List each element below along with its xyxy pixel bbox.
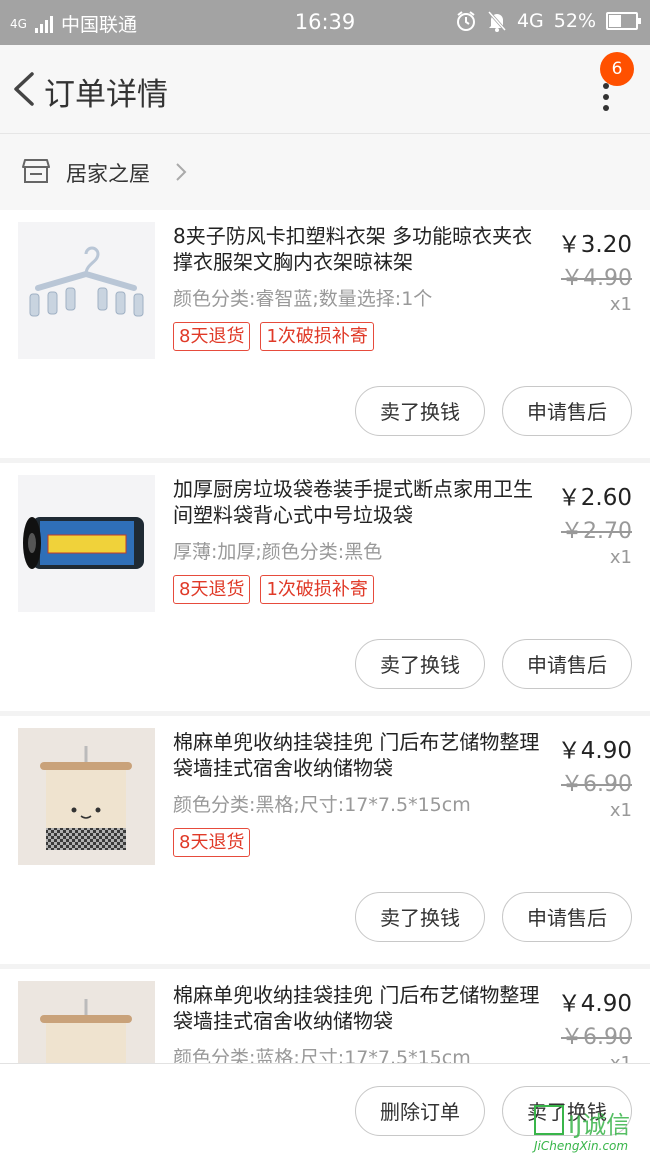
watermark-text: IJ诚信: [568, 1111, 631, 1139]
product-title[interactable]: 棉麻单兜收纳挂袋挂兜 门后布艺储物整理袋墙挂式宿舍收纳储物袋: [173, 729, 549, 781]
product-title[interactable]: 8夹子防风卡扣塑料衣架 多功能晾衣夹衣撑衣服架文胸内衣架晾袜架: [173, 223, 549, 275]
back-arrow-icon[interactable]: [10, 71, 40, 107]
tag-damage-resend: 1次破损补寄: [260, 322, 374, 351]
quantity: x1: [609, 547, 632, 568]
original-price: ￥6.90: [561, 772, 632, 797]
watermark: IJ诚信 JiChengXin.com: [532, 1103, 650, 1155]
battery-icon: [606, 12, 641, 30]
original-price: ￥6.90: [561, 1025, 632, 1050]
alarm-icon: [456, 11, 475, 31]
watermark-logo-icon: [534, 1105, 564, 1135]
product-spec: 厚薄:加厚;颜色分类:黑色: [173, 541, 383, 563]
header: 订单详情: [0, 45, 650, 133]
mute-bell-icon: [487, 11, 507, 32]
chevron-right-icon: [176, 163, 187, 181]
product-image-trash-bags[interactable]: [18, 475, 155, 612]
sell-button[interactable]: 卖了换钱: [355, 386, 485, 436]
store-icon: [22, 159, 50, 183]
battery-percent: 52%: [553, 10, 596, 32]
sell-button[interactable]: 卖了换钱: [355, 639, 485, 689]
delete-order-button[interactable]: 删除订单: [355, 1086, 485, 1136]
product-image-hanger[interactable]: [18, 222, 155, 359]
after-sale-button[interactable]: 申请售后: [502, 892, 632, 942]
data-type: 4G: [516, 10, 544, 32]
product-spec: 颜色分类:黑格;尺寸:17*7.5*15cm: [173, 794, 471, 816]
product-title[interactable]: 加厚厨房垃圾袋卷装手提式断点家用卫生间塑料袋背心式中号垃圾袋: [173, 476, 549, 528]
shop-name: 居家之屋: [66, 162, 150, 186]
price: ￥3.20: [557, 232, 632, 258]
watermark-url: JiChengXin.com: [534, 1139, 629, 1153]
page-title: 订单详情: [44, 77, 168, 113]
tag-damage-resend: 1次破损补寄: [260, 575, 374, 604]
order-item: 棉麻单兜收纳挂袋挂兜 门后布艺储物整理袋墙挂式宿舍收纳储物袋 颜色分类:黑格;尺…: [0, 716, 650, 964]
product-image-hanging-pouch[interactable]: [18, 981, 155, 1063]
original-price: ￥4.90: [561, 266, 632, 291]
quantity: x1: [610, 1053, 632, 1063]
order-item: 棉麻单兜收纳挂袋挂兜 门后布艺储物整理袋墙挂式宿舍收纳储物袋 颜色分类:蓝格;尺…: [0, 969, 650, 1063]
price: ￥2.60: [557, 485, 632, 511]
tag-return: 8天退货: [173, 828, 251, 857]
status-bar: 4G 中国联通 16:39 4G 52%: [0, 0, 650, 45]
original-price: ￥2.70: [561, 519, 632, 544]
product-title[interactable]: 棉麻单兜收纳挂袋挂兜 门后布艺储物整理袋墙挂式宿舍收纳储物袋: [173, 982, 549, 1034]
sell-button[interactable]: 卖了换钱: [355, 892, 485, 942]
price: ￥4.90: [557, 991, 632, 1017]
tag-return: 8天退货: [173, 322, 251, 351]
product-image-hanging-pouch[interactable]: [18, 728, 155, 865]
tag-return: 8天退货: [173, 575, 251, 604]
product-spec: 颜色分类:睿智蓝;数量选择:1个: [173, 288, 433, 310]
shop-row[interactable]: 居家之屋: [0, 133, 650, 210]
product-spec: 颜色分类:蓝格;尺寸:17*7.5*15cm: [173, 1047, 471, 1063]
quantity: x1: [609, 294, 632, 315]
order-item: 8夹子防风卡扣塑料衣架 多功能晾衣夹衣撑衣服架文胸内衣架晾袜架 颜色分类:睿智蓝…: [0, 210, 650, 458]
after-sale-button[interactable]: 申请售后: [502, 639, 632, 689]
after-sale-button[interactable]: 申请售后: [502, 386, 632, 436]
price: ￥4.90: [557, 738, 632, 764]
notification-badge: 6: [600, 52, 634, 86]
quantity: x1: [609, 800, 632, 821]
order-item: 加厚厨房垃圾袋卷装手提式断点家用卫生间塑料袋背心式中号垃圾袋 厚薄:加厚;颜色分…: [0, 463, 650, 711]
